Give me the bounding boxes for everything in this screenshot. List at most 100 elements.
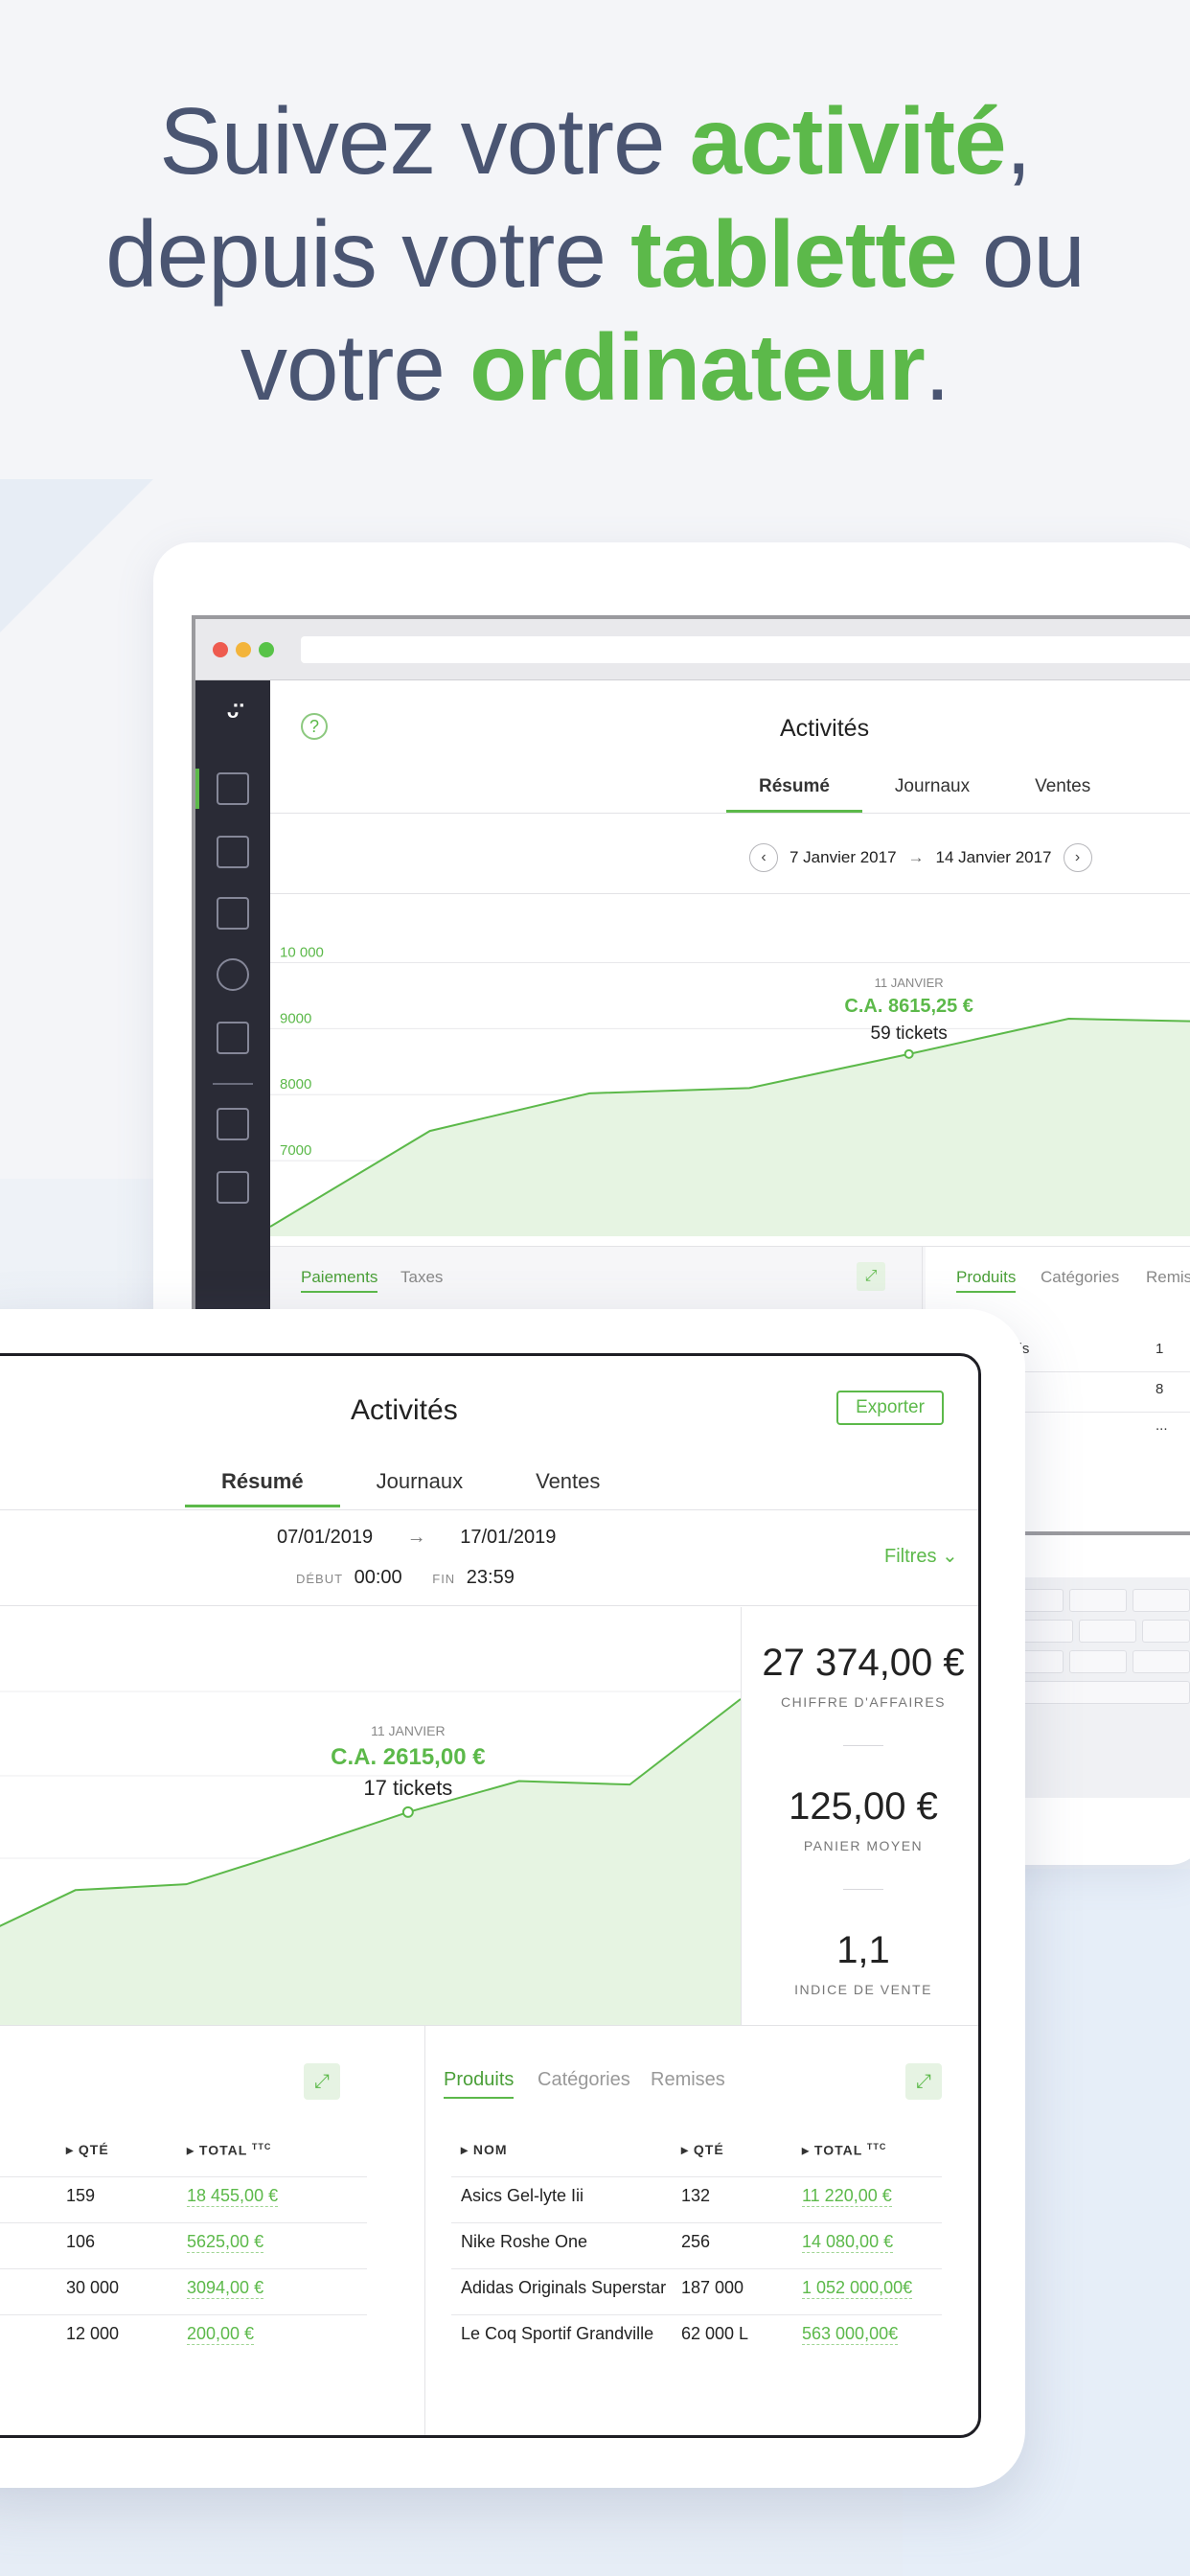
tooltip-tickets: 17 tickets [363, 1776, 452, 1800]
table-cell-total[interactable]: 5625,00 € [187, 2232, 264, 2253]
date-end[interactable]: 14 Janvier 2017 [936, 848, 1052, 867]
tooltip-tickets: 59 tickets [871, 1024, 948, 1044]
tab-journaux[interactable]: Journaux [862, 763, 1002, 811]
panels-divider [0, 2025, 978, 2026]
end-time-label: FIN [432, 1572, 456, 1586]
tooltip-date: 11 JANVIER [875, 976, 944, 990]
date-range-selector: ‹ 7 Janvier 2017 → 14 Janvier 2017 › [749, 843, 1092, 872]
chevron-right-icon[interactable]: › [1063, 843, 1092, 872]
table-cell-total[interactable]: 563 000,00€ [802, 2324, 899, 2345]
column-header-total[interactable]: ▸ TOTAL TTC [802, 2142, 886, 2159]
box-icon[interactable] [217, 1022, 249, 1054]
data-point [904, 1048, 914, 1059]
tab-ventes[interactable]: Ventes [499, 1456, 636, 1504]
help-icon[interactable]: ? [301, 713, 328, 740]
more-indicator: ... [1156, 1417, 1168, 1434]
tablet-tabs: Résumé Journaux Ventes [185, 1456, 636, 1507]
tab-taxes[interactable]: Taxes [400, 1268, 443, 1287]
end-time[interactable]: 23:59 [467, 1567, 515, 1588]
tab-produits[interactable]: Produits [444, 2069, 515, 2099]
date-divider [0, 1605, 978, 1606]
key [1006, 1681, 1190, 1704]
kpi-sales-index: 1,1 INDICE DE VENTE [742, 1929, 978, 1997]
key [1142, 1620, 1190, 1643]
filters-dropdown[interactable]: Filtres ⌄ [884, 1544, 958, 1568]
table-cell-qty: 132 [681, 2186, 711, 2205]
page-title: Activités [780, 715, 870, 742]
keyboard-illustration [996, 1577, 1190, 1798]
tab-remises[interactable]: Remis [1146, 1268, 1190, 1287]
kpi-label: CHIFFRE D'AFFAIRES [780, 1694, 947, 1710]
tooltip-amount: C.A. 2615,00 € [331, 1744, 485, 1770]
date-start[interactable]: 07/01/2019 [277, 1527, 373, 1548]
date-end[interactable]: 17/01/2019 [460, 1527, 556, 1548]
kpi-average-basket: 125,00 € PANIER MOYEN [742, 1785, 978, 1853]
arrow-right-icon: → [406, 1527, 426, 1548]
tab-journaux[interactable]: Journaux [340, 1456, 500, 1504]
maximize-window-button[interactable] [259, 642, 274, 657]
y-tick-label: 10 000 [280, 944, 324, 960]
tab-resume[interactable]: Résumé [726, 763, 862, 813]
tablet-screen: Activités Exporter Résumé Journaux Vente… [0, 1353, 981, 2438]
key [1069, 1650, 1127, 1673]
tablet-sales-chart: 11 JANVIER C.A. 2615,00 € 17 tickets [0, 1690, 741, 2025]
tabs-divider [0, 1509, 978, 1510]
expand-icon[interactable]: ⤢ [905, 2063, 942, 2100]
tab-categories[interactable]: Catégories [538, 2069, 630, 2091]
column-header-total[interactable]: ▸ TOTAL TTC [187, 2142, 271, 2159]
row-divider [451, 2268, 942, 2269]
tab-paiements[interactable]: Paiements [301, 1268, 378, 1293]
y-tick-label: 9000 [280, 1010, 311, 1026]
panels-split [424, 2025, 425, 2435]
column-header-qty[interactable]: ▸ QTÉ [66, 2142, 109, 2158]
tab-resume[interactable]: Résumé [185, 1456, 340, 1507]
app-logo-icon[interactable]: ᵕ̈ [217, 702, 249, 734]
column-header-name[interactable]: ▸ NOM [461, 2142, 508, 2158]
headline-line-1: Suivez votre activité, [159, 88, 1031, 194]
table-cell-total[interactable]: 3094,00 € [187, 2278, 264, 2299]
key [1079, 1620, 1136, 1643]
table-cell-total[interactable]: 200,00 € [187, 2324, 255, 2345]
desktop-tabs: Résumé Journaux Ventes [726, 763, 1123, 813]
table-cell-total[interactable]: 1 052 000,00€ [802, 2278, 913, 2299]
sidebar-active-indicator [195, 769, 199, 809]
expand-icon[interactable]: ⤢ [304, 2063, 340, 2100]
chevron-left-icon[interactable]: ‹ [749, 843, 778, 872]
tab-remises[interactable]: Remises [651, 2069, 725, 2091]
tools-icon[interactable] [217, 1171, 249, 1204]
headline: Suivez votre activité, depuis votre tabl… [0, 84, 1190, 424]
table-cell-total[interactable]: 18 455,00 € [187, 2186, 279, 2207]
export-button[interactable]: Exporter [836, 1391, 944, 1425]
date-start[interactable]: 7 Janvier 2017 [790, 848, 897, 867]
tab-categories[interactable]: Catégories [1041, 1268, 1119, 1287]
address-bar[interactable] [301, 636, 1190, 663]
kpi-value: 1,1 [836, 1929, 890, 1971]
table-cell-qty: 62 000 L [681, 2324, 749, 2343]
kpi-label: PANIER MOYEN [803, 1838, 924, 1853]
background-shape [0, 479, 153, 632]
table-cell-name: Le Coq Sportif Grandville [461, 2324, 654, 2343]
minimize-window-button[interactable] [236, 642, 251, 657]
row-divider [451, 2222, 942, 2223]
expand-icon[interactable]: ⤢ [857, 1262, 885, 1291]
terminal-icon[interactable] [217, 1108, 249, 1140]
kpi-panel: 27 374,00 € CHIFFRE D'AFFAIRES 125,00 € … [741, 1607, 978, 2025]
table-cell-total[interactable]: 14 080,00 € [802, 2232, 894, 2253]
book-icon[interactable] [217, 897, 249, 930]
tab-produits[interactable]: Produits [956, 1268, 1017, 1293]
close-window-button[interactable] [213, 642, 228, 657]
table-cell-total[interactable]: 11 220,00 € [802, 2186, 892, 2207]
start-time[interactable]: 00:00 [355, 1567, 402, 1588]
store-icon[interactable] [217, 772, 249, 805]
row-divider [0, 2314, 367, 2315]
y-tick-label: 8000 [280, 1076, 311, 1092]
table-cell-qty: 256 [681, 2232, 711, 2251]
list-item: 8 [1156, 1381, 1164, 1397]
column-header-qty[interactable]: ▸ QTÉ [681, 2142, 724, 2158]
tab-ventes[interactable]: Ventes [1002, 763, 1123, 811]
chart-icon[interactable] [217, 836, 249, 868]
date-range: 07/01/2019 → 17/01/2019 [277, 1527, 556, 1549]
table-cell-name: Asics Gel-lyte Iii [461, 2186, 584, 2205]
tooltip-amount: C.A. 8615,25 € [844, 996, 973, 1017]
users-icon[interactable] [217, 958, 249, 991]
